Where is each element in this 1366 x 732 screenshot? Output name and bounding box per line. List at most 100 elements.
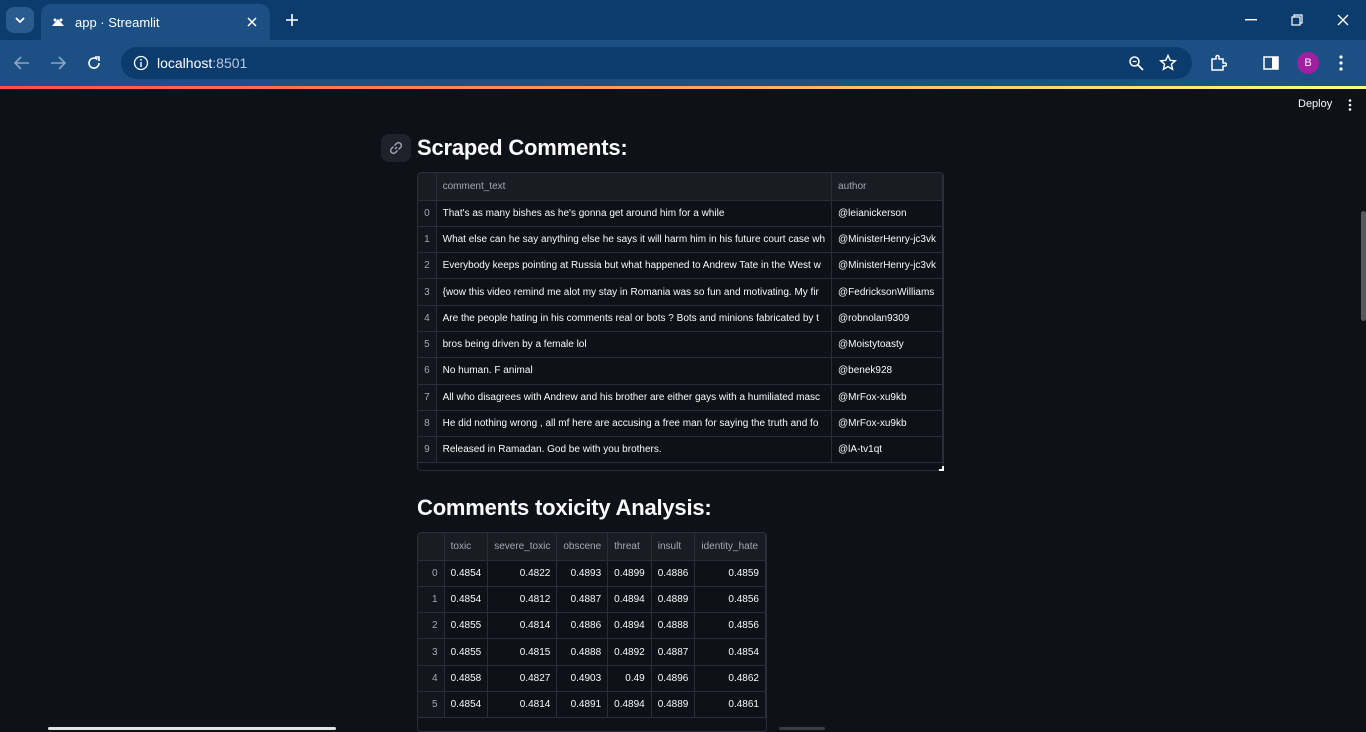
table-row[interactable]: 7 All who disagrees with Andrew and his b…	[418, 384, 943, 411]
table-row[interactable]: 2 Everybody keeps pointing at Russia but …	[418, 252, 943, 280]
reload-button[interactable]	[82, 51, 106, 75]
cell-obscene[interactable]: 0.4886	[556, 612, 609, 640]
cell-toxic[interactable]: 0.4854	[444, 691, 489, 719]
cell-toxic[interactable]: 0.4855	[444, 638, 489, 666]
table-row[interactable]: 4 Are the people hating in his comments r…	[418, 305, 943, 332]
table-row[interactable]: 1 0.4854 0.4812 0.4887 0.4894 0.4889 0.4856	[418, 586, 766, 614]
column-header-threat[interactable]: threat	[607, 533, 652, 561]
side-panel-button[interactable]	[1260, 52, 1282, 74]
column-header-index[interactable]	[418, 533, 445, 561]
profile-avatar[interactable]: B	[1297, 52, 1319, 74]
cell-comment-text[interactable]: bros being driven by a female lol	[436, 331, 833, 359]
cell-insult[interactable]: 0.4896	[651, 665, 696, 692]
cell-author[interactable]: @MinisterHenry-jc3vk	[831, 226, 943, 254]
cell-comment-text[interactable]: What else can he say anything else he sa…	[436, 226, 833, 254]
cell-author[interactable]: @lA-tv1qt	[831, 436, 943, 464]
cell-insult[interactable]: 0.4886	[651, 560, 696, 587]
cell-threat[interactable]: 0.4894	[607, 612, 652, 640]
cell-author[interactable]: @leianickerson	[831, 200, 943, 227]
cell-comment-text[interactable]: {wow this video remind me alot my stay i…	[436, 278, 833, 306]
cell-author[interactable]: @MrFox-xu9kb	[831, 410, 943, 438]
column-header-insult[interactable]: insult	[651, 533, 696, 561]
column-header-obscene[interactable]: obscene	[556, 533, 609, 561]
anchor-link-icon[interactable]	[381, 134, 411, 162]
cell-identity-hate[interactable]: 0.4856	[694, 612, 766, 640]
cell-severe-toxic[interactable]: 0.4827	[487, 665, 558, 692]
cell-author[interactable]: @robnolan9309	[831, 305, 943, 332]
cell-insult[interactable]: 0.4889	[651, 586, 696, 614]
cell-severe-toxic[interactable]: 0.4812	[487, 586, 558, 614]
cell-identity-hate[interactable]: 0.4854	[694, 638, 766, 666]
table-row[interactable]: 5 bros being driven by a female lol @Moist…	[418, 331, 943, 359]
table-row[interactable]: 5 0.4854 0.4814 0.4891 0.4894 0.4889 0.4861	[418, 691, 766, 719]
cell-insult[interactable]: 0.4887	[651, 638, 696, 666]
comments-dataframe[interactable]: comment_text author 0 That's as many bish…	[417, 172, 944, 471]
table-row[interactable]: 1 What else can he say anything else he s…	[418, 226, 943, 254]
cell-severe-toxic[interactable]: 0.4814	[487, 612, 558, 640]
cell-identity-hate[interactable]: 0.4861	[694, 691, 766, 719]
cell-toxic[interactable]: 0.4858	[444, 665, 489, 692]
bookmark-star-icon[interactable]	[1159, 54, 1177, 72]
close-window-button[interactable]	[1329, 8, 1357, 32]
cell-comment-text[interactable]: Are the people hating in his comments re…	[436, 305, 833, 332]
back-button[interactable]	[10, 51, 34, 75]
close-tab-icon[interactable]	[244, 14, 260, 30]
column-header-severe-toxic[interactable]: severe_toxic	[487, 533, 558, 561]
forward-button[interactable]	[46, 51, 70, 75]
cell-author[interactable]: @benek928	[831, 357, 943, 385]
cell-comment-text[interactable]: He did nothing wrong , all mf here are a…	[436, 410, 833, 438]
cell-comment-text[interactable]: Released in Ramadan. God be with you bro…	[436, 436, 833, 464]
cell-author[interactable]: @MinisterHenry-jc3vk	[831, 252, 943, 280]
site-info-icon[interactable]	[133, 55, 149, 71]
cell-threat[interactable]: 0.49	[607, 665, 652, 692]
cell-comment-text[interactable]: No human. F animal	[436, 357, 833, 385]
cell-comment-text[interactable]: All who disagrees with Andrew and his br…	[436, 384, 833, 411]
cell-comment-text[interactable]: That's as many bishes as he's gonna get …	[436, 200, 833, 227]
toxicity-dataframe[interactable]: toxic severe_toxic obscene threat insult…	[417, 532, 767, 732]
column-header-author[interactable]: author	[831, 173, 943, 201]
cell-insult[interactable]: 0.4888	[651, 612, 696, 640]
cell-obscene[interactable]: 0.4888	[556, 638, 609, 666]
cell-obscene[interactable]: 0.4887	[556, 586, 609, 614]
table-row[interactable]: 3 {wow this video remind me alot my stay …	[418, 278, 943, 306]
cell-threat[interactable]: 0.4892	[607, 638, 652, 666]
browser-menu-button[interactable]	[1330, 52, 1352, 74]
deploy-button[interactable]: Deploy	[1298, 98, 1332, 110]
cell-author[interactable]: @Moistytoasty	[831, 331, 943, 359]
cell-insult[interactable]: 0.4889	[651, 691, 696, 719]
table-row[interactable]: 3 0.4855 0.4815 0.4888 0.4892 0.4887 0.4854	[418, 638, 766, 666]
address-bar[interactable]: localhost:8501	[121, 47, 1192, 79]
cell-toxic[interactable]: 0.4854	[444, 586, 489, 614]
table-row[interactable]: 8 He did nothing wrong , all mf here are …	[418, 410, 943, 438]
cell-comment-text[interactable]: Everybody keeps pointing at Russia but w…	[436, 252, 833, 280]
column-header-index[interactable]	[418, 173, 437, 201]
cell-identity-hate[interactable]: 0.4862	[694, 665, 766, 692]
page-scrollbar[interactable]	[1361, 211, 1366, 321]
cell-identity-hate[interactable]: 0.4856	[694, 586, 766, 614]
cell-threat[interactable]: 0.4899	[607, 560, 652, 587]
cell-toxic[interactable]: 0.4854	[444, 560, 489, 587]
browser-tab-active[interactable]: app · Streamlit	[41, 4, 270, 40]
column-header-comment-text[interactable]: comment_text	[436, 173, 833, 201]
cell-severe-toxic[interactable]: 0.4814	[487, 691, 558, 719]
cell-author[interactable]: @FedricksonWilliams	[831, 278, 943, 306]
zoom-icon[interactable]	[1127, 54, 1145, 72]
new-tab-button[interactable]	[282, 10, 302, 30]
column-header-identity-hate[interactable]: identity_hate	[694, 533, 766, 561]
table-row[interactable]: 0 0.4854 0.4822 0.4893 0.4899 0.4886 0.4859	[418, 560, 766, 587]
cell-identity-hate[interactable]: 0.4859	[694, 560, 766, 587]
cell-obscene[interactable]: 0.4891	[556, 691, 609, 719]
restore-button[interactable]	[1283, 8, 1311, 32]
table-row[interactable]: 9 Released in Ramadan. God be with you br…	[418, 436, 943, 464]
extensions-button[interactable]	[1207, 52, 1229, 74]
cell-obscene[interactable]: 0.4893	[556, 560, 609, 587]
table-row[interactable]: 2 0.4855 0.4814 0.4886 0.4894 0.4888 0.4856	[418, 612, 766, 640]
column-header-toxic[interactable]: toxic	[444, 533, 489, 561]
cell-author[interactable]: @MrFox-xu9kb	[831, 384, 943, 411]
dataframe-resize-handle[interactable]	[939, 466, 944, 471]
table-row[interactable]: 4 0.4858 0.4827 0.4903 0.49 0.4896 0.4862	[418, 665, 766, 692]
cell-severe-toxic[interactable]: 0.4815	[487, 638, 558, 666]
cell-obscene[interactable]: 0.4903	[556, 665, 609, 692]
table-row[interactable]: 0 That's as many bishes as he's gonna get…	[418, 200, 943, 227]
cell-threat[interactable]: 0.4894	[607, 691, 652, 719]
